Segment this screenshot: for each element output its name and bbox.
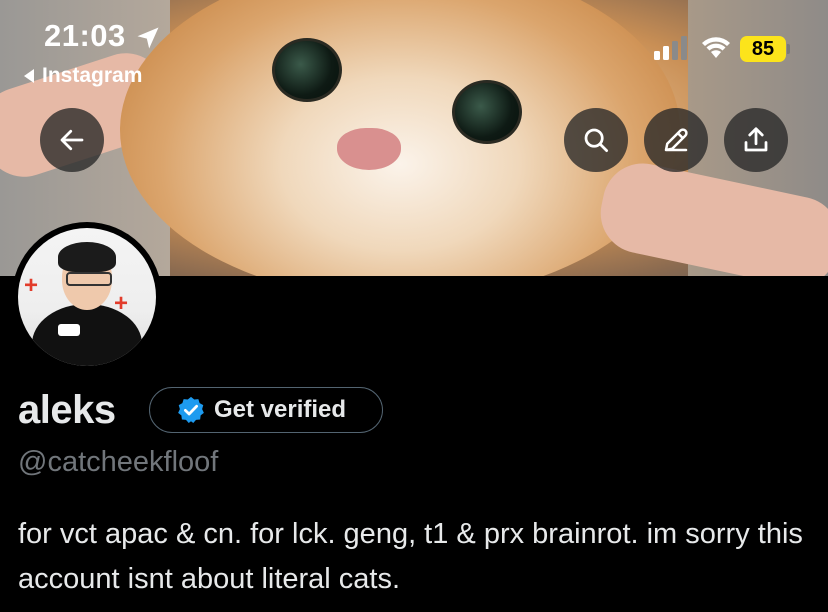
get-verified-label: Get verified [214, 396, 347, 423]
share-button[interactable] [724, 108, 788, 172]
username-handle: @catcheekfloof [18, 446, 219, 478]
get-verified-button[interactable]: Get verified [149, 387, 383, 433]
avatar[interactable]: + + [18, 228, 156, 366]
back-triangle-icon [24, 69, 34, 84]
search-icon [584, 128, 608, 152]
battery-level: 85 [751, 38, 775, 60]
search-button[interactable] [564, 108, 628, 172]
back-button[interactable] [40, 108, 104, 172]
cellular-signal-icon [654, 36, 687, 60]
back-to-app-link[interactable]: Instagram [24, 64, 142, 88]
profile-bio: for vct apac & cn. for lck. geng, t1 & p… [18, 518, 803, 595]
status-bar: 21:03 Instagram 85 [0, 0, 828, 100]
back-arrow-icon [60, 129, 84, 151]
back-app-label: Instagram [42, 64, 143, 87]
battery-indicator: 85 [740, 36, 790, 64]
status-time: 21:03 [44, 18, 126, 53]
location-arrow-icon [137, 27, 159, 49]
profile-avatar-frame[interactable]: + + [12, 222, 162, 372]
edit-button[interactable] [644, 108, 708, 172]
display-name: aleks [18, 388, 116, 432]
share-icon [744, 127, 768, 152]
pencil-icon [664, 128, 688, 152]
wifi-icon [702, 37, 730, 58]
verified-badge-icon [178, 396, 204, 423]
